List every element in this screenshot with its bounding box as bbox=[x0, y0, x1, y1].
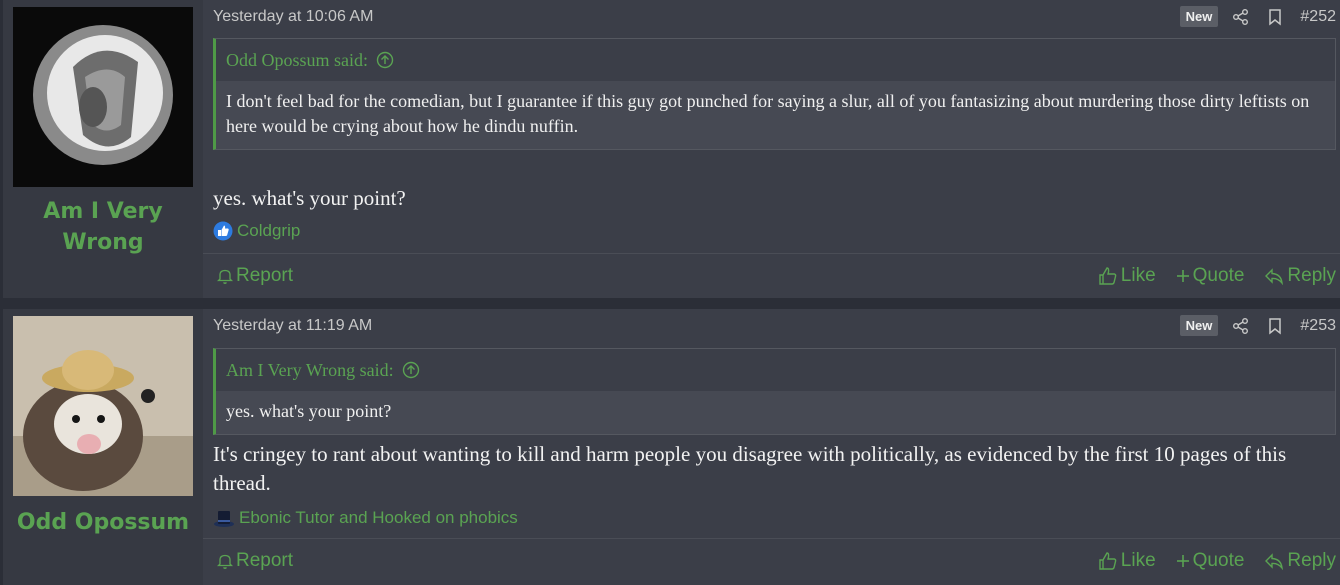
reactions-users[interactable]: Ebonic Tutor and Hooked on phobics bbox=[239, 508, 518, 528]
quote-label: Quote bbox=[1192, 265, 1245, 286]
user-cell: Am I Very Wrong bbox=[3, 0, 203, 298]
plus-icon bbox=[1176, 270, 1189, 282]
post-number[interactable]: #252 bbox=[1300, 8, 1336, 26]
reply-label: Reply bbox=[1287, 265, 1336, 286]
action-group: Like Quote Reply bbox=[1098, 265, 1336, 287]
message-text: yes. what's your point? bbox=[213, 186, 406, 210]
new-badge: New bbox=[1179, 6, 1219, 27]
like-label: Like bbox=[1120, 550, 1156, 571]
quote-author[interactable]: Odd Opossum said: bbox=[226, 50, 368, 71]
share-icon[interactable] bbox=[1232, 317, 1250, 335]
bookmark-icon[interactable] bbox=[1266, 317, 1284, 335]
quote-text: I don't feel bad for the comedian, but I… bbox=[216, 81, 1335, 149]
up-arrow-icon[interactable] bbox=[402, 361, 420, 379]
user-cell: Odd Opossum bbox=[3, 309, 203, 585]
report-label: Report bbox=[236, 550, 294, 571]
report-button[interactable]: Report bbox=[217, 265, 293, 287]
thumbs-up-icon bbox=[1099, 267, 1117, 285]
reactions-bar[interactable]: Ebonic Tutor and Hooked on phobics bbox=[213, 508, 518, 528]
like-label: Like bbox=[1120, 265, 1156, 286]
quote-block: Odd Opossum said: I don't feel bad for t… bbox=[213, 38, 1336, 150]
post-body: Yesterday at 11:19 AM New #253 Am I Very… bbox=[203, 309, 1340, 585]
post-actions: Report Like Quote Reply bbox=[203, 253, 1340, 298]
post-253: Odd Opossum Yesterday at 11:19 AM New #2… bbox=[3, 309, 1340, 585]
reply-label: Reply bbox=[1287, 550, 1336, 571]
plus-icon bbox=[1176, 555, 1189, 567]
post-meta-right: New #253 bbox=[1179, 315, 1336, 336]
thumbs-up-icon bbox=[1099, 552, 1117, 570]
report-label: Report bbox=[236, 265, 294, 286]
post-252: Am I Very Wrong Yesterday at 10:06 AM Ne… bbox=[3, 0, 1340, 298]
post-date[interactable]: Yesterday at 10:06 AM bbox=[213, 8, 373, 26]
post-number[interactable]: #253 bbox=[1300, 317, 1336, 335]
reply-icon bbox=[1265, 553, 1284, 570]
bell-icon bbox=[217, 554, 233, 569]
reply-button[interactable]: Reply bbox=[1264, 550, 1336, 572]
post-meta-right: New #252 bbox=[1179, 6, 1336, 27]
like-reaction-icon bbox=[213, 221, 233, 241]
username[interactable]: Odd Opossum bbox=[3, 507, 203, 538]
like-button[interactable]: Like bbox=[1098, 265, 1156, 287]
up-arrow-icon[interactable] bbox=[376, 51, 394, 69]
hat-reaction-icon bbox=[213, 508, 235, 528]
quote-author[interactable]: Am I Very Wrong said: bbox=[226, 360, 394, 381]
message-text: It's cringey to rant about wanting to ki… bbox=[213, 442, 1287, 495]
quote-button[interactable]: Quote bbox=[1176, 265, 1245, 287]
reactions-users[interactable]: Coldgrip bbox=[237, 221, 300, 241]
quote-button[interactable]: Quote bbox=[1176, 550, 1245, 572]
reply-icon bbox=[1265, 268, 1284, 285]
reactions-bar[interactable]: Coldgrip bbox=[213, 221, 300, 241]
quote-text: yes. what's your point? bbox=[216, 391, 1335, 434]
post-actions: Report Like Quote Reply bbox=[203, 538, 1340, 583]
bell-icon bbox=[217, 269, 233, 284]
report-button[interactable]: Report bbox=[217, 550, 293, 572]
post-body: Yesterday at 10:06 AM New #252 Odd Oposs… bbox=[203, 0, 1340, 298]
quote-header: Odd Opossum said: bbox=[216, 39, 1335, 81]
action-group: Like Quote Reply bbox=[1098, 550, 1336, 572]
share-icon[interactable] bbox=[1232, 8, 1250, 26]
quote-header: Am I Very Wrong said: bbox=[216, 349, 1335, 391]
avatar[interactable] bbox=[13, 7, 193, 187]
like-button[interactable]: Like bbox=[1098, 550, 1156, 572]
bookmark-icon[interactable] bbox=[1266, 8, 1284, 26]
username[interactable]: Am I Very Wrong bbox=[3, 196, 203, 258]
quote-block: Am I Very Wrong said: yes. what's your p… bbox=[213, 348, 1336, 435]
new-badge: New bbox=[1179, 315, 1219, 336]
avatar[interactable] bbox=[13, 316, 193, 496]
quote-label: Quote bbox=[1192, 550, 1245, 571]
reply-button[interactable]: Reply bbox=[1264, 265, 1336, 287]
post-date[interactable]: Yesterday at 11:19 AM bbox=[213, 317, 372, 335]
